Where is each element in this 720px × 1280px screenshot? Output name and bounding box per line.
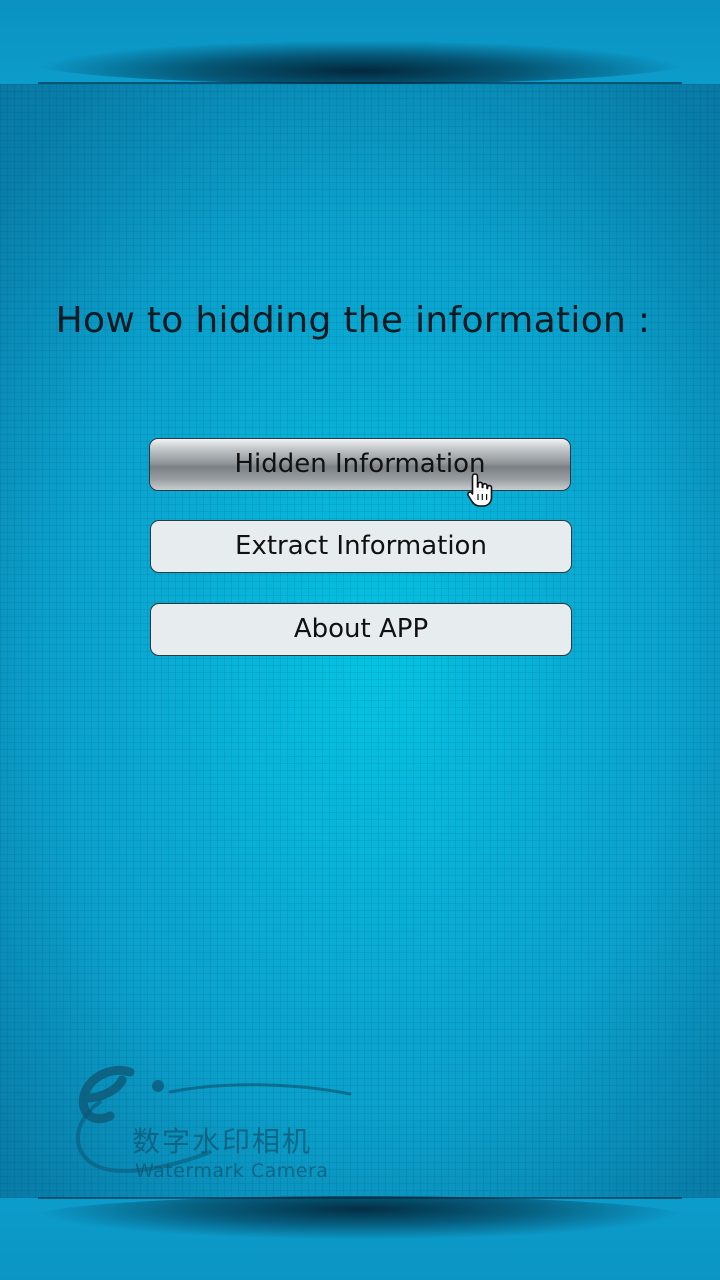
extract-information-button[interactable]: Extract Information [150, 520, 572, 573]
top-curl-shadow [30, 40, 690, 84]
bottom-curl-shadow [30, 1196, 690, 1240]
logo-english-text: Watermark Camera [135, 1160, 329, 1182]
bottom-edge [38, 1197, 682, 1199]
hand-pointer-icon [467, 473, 493, 507]
hidden-information-button[interactable]: Hidden Information [149, 438, 571, 491]
logo-chinese-text: 数字水印相机 [132, 1125, 313, 1158]
about-app-button[interactable]: About APP [150, 603, 572, 656]
top-edge [38, 82, 682, 84]
page-title: How to hidding the information : [55, 300, 651, 341]
